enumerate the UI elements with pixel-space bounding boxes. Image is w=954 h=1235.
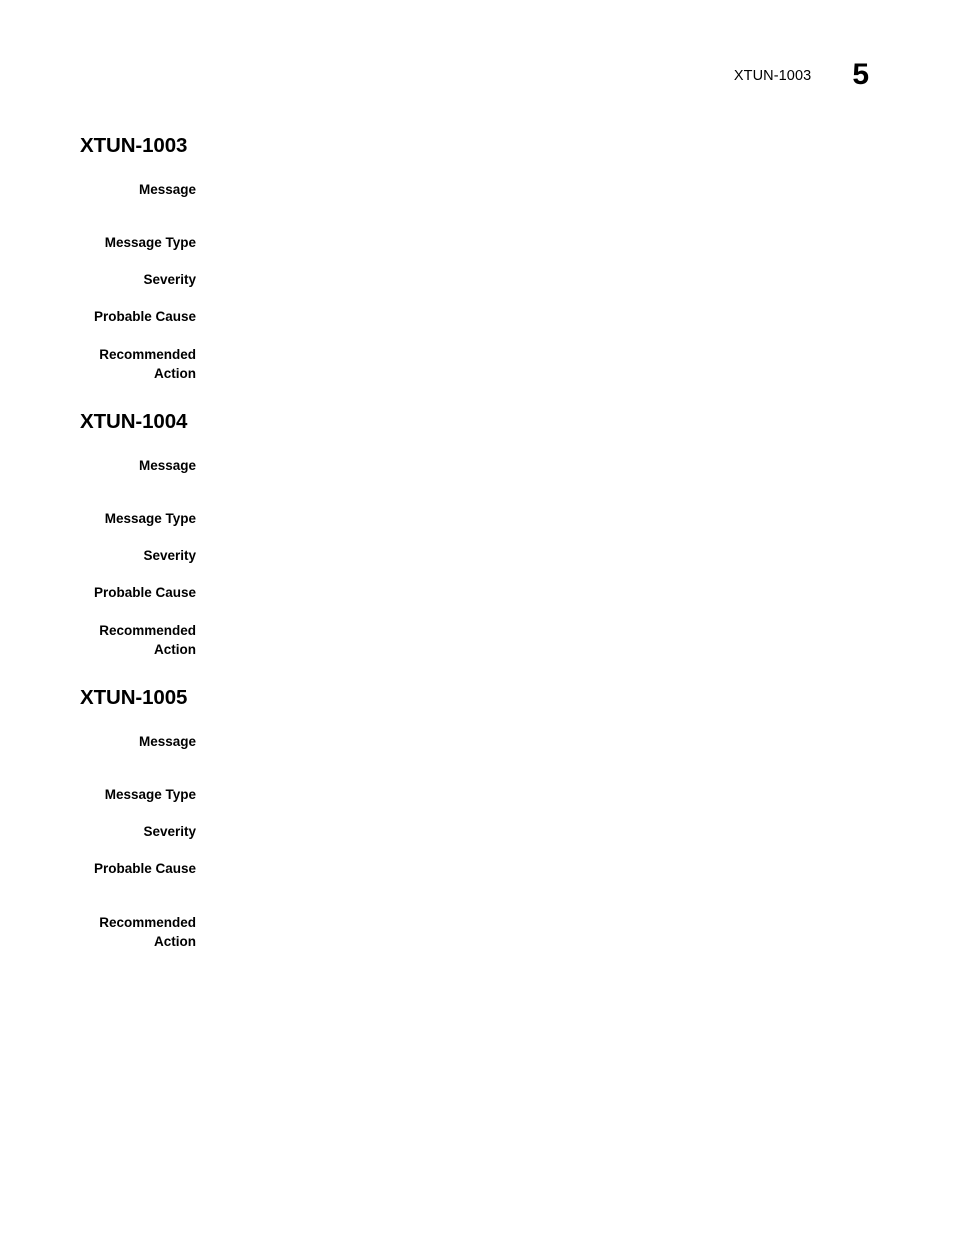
field-row: Probable Cause: [0, 308, 954, 327]
field-value: [218, 786, 890, 805]
field-row: Message: [0, 733, 954, 752]
section-heading: XTUN-1003: [80, 134, 188, 157]
running-header-title: XTUN-1003: [733, 68, 812, 84]
field-label: Message: [138, 458, 196, 473]
field-label: Probable Cause: [93, 861, 196, 876]
field-value: [218, 547, 890, 566]
page-number: 5: [852, 58, 869, 91]
field-value: [218, 271, 890, 290]
field-value: [218, 584, 890, 603]
section-heading: XTUN-1005: [80, 686, 188, 709]
field-row: Recommended Action: [0, 622, 954, 659]
field-value: [218, 181, 890, 200]
field-row: Recommended Action: [0, 346, 954, 383]
field-value: [218, 457, 890, 476]
field-value: [218, 823, 890, 842]
field-value: [218, 346, 890, 365]
field-value: [218, 622, 890, 641]
document-page: XTUN-1003 5 XTUN-1003 Message Message Type…: [0, 0, 954, 1235]
field-label: Severity: [143, 548, 196, 563]
field-row: Recommended Action: [0, 914, 954, 951]
field-value: [218, 510, 890, 529]
running-header: XTUN-1003 5: [0, 56, 869, 96]
field-label: Message: [138, 182, 196, 197]
field-label: Recommended Action: [99, 623, 196, 657]
field-label: Message Type: [104, 511, 196, 526]
field-label: Message: [138, 734, 196, 749]
field-row: Probable Cause: [0, 584, 954, 603]
field-row: Message Type: [0, 786, 954, 805]
field-label: Severity: [143, 272, 196, 287]
field-row: Message: [0, 181, 954, 200]
field-label: Severity: [143, 824, 196, 839]
field-label: Recommended Action: [99, 347, 196, 381]
field-label: Recommended Action: [99, 915, 196, 949]
field-label: Probable Cause: [93, 585, 196, 600]
field-value: [218, 914, 890, 933]
field-row: Severity: [0, 547, 954, 566]
field-row: Severity: [0, 271, 954, 290]
field-row: Message Type: [0, 234, 954, 253]
field-value: [218, 234, 890, 253]
field-row: Severity: [0, 823, 954, 842]
field-row: Message: [0, 457, 954, 476]
field-value: [218, 860, 890, 879]
field-row: Probable Cause: [0, 860, 954, 879]
field-value: [218, 308, 890, 327]
field-label: Message Type: [104, 235, 196, 250]
field-label: Message Type: [104, 787, 196, 802]
field-value: [218, 733, 890, 752]
field-row: Message Type: [0, 510, 954, 529]
field-label: Probable Cause: [93, 309, 196, 324]
section-heading: XTUN-1004: [80, 410, 188, 433]
